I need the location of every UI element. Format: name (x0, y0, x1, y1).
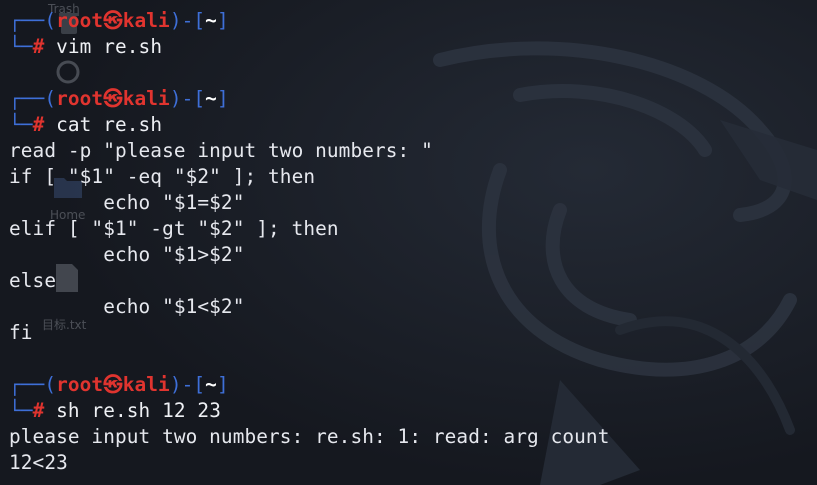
command-line: └─# vim re.sh (9, 34, 817, 60)
prompt-at-symbol: ㉿ (103, 373, 123, 396)
output-line: echo "$1<$2" (9, 295, 245, 318)
prompt-host: kali (122, 373, 170, 396)
command-line: └─# sh re.sh 12 23 (9, 398, 817, 424)
prompt-hash: # (32, 399, 45, 422)
prompt-path: ~ (205, 373, 217, 396)
prompt-bracket-open: ┌──( (9, 87, 57, 110)
prompt-separator: )-[ (169, 373, 206, 396)
output-line: echo "$1>$2" (9, 243, 245, 266)
prompt-header: ┌──(root㉿kali)-[~] (9, 86, 817, 112)
prompt-header: ┌──(root㉿kali)-[~] (9, 8, 817, 34)
prompt-bracket-close: ] (216, 373, 229, 396)
prompt-bracket-open: ┌──( (9, 373, 57, 396)
prompt-bracket-close: ] (216, 9, 229, 32)
output-line: echo "$1=$2" (9, 191, 245, 214)
prompt-host: kali (122, 9, 170, 32)
prompt-corner: └─ (9, 35, 33, 58)
prompt-user: root (56, 87, 104, 110)
prompt-user: root (56, 9, 104, 32)
output-line: please input two numbers: re.sh: 1: read… (9, 425, 610, 448)
prompt-at-symbol: ㉿ (103, 87, 123, 110)
terminal-output[interactable]: ┌──(root㉿kali)-[~] └─# vim re.sh ┌──(roo… (9, 8, 817, 485)
prompt-corner: └─ (9, 399, 33, 422)
prompt-header: ┌──(root㉿kali)-[~] (9, 372, 817, 398)
command-text: vim re.sh (56, 35, 163, 58)
prompt-at-symbol: ㉿ (103, 9, 123, 32)
output-line: read -p "please input two numbers: " (9, 139, 433, 162)
prompt-hash: # (32, 113, 45, 136)
command-line: └─# cat re.sh (9, 112, 817, 138)
prompt-path: ~ (205, 9, 217, 32)
prompt-host: kali (122, 87, 170, 110)
prompt-user: root (56, 373, 104, 396)
prompt-corner: └─ (9, 113, 33, 136)
prompt-separator: )-[ (169, 87, 206, 110)
output-line: if [ "$1" -eq "$2" ]; then (9, 165, 316, 188)
prompt-bracket-close: ] (216, 87, 229, 110)
command-text: cat re.sh (56, 113, 163, 136)
prompt-hash: # (32, 35, 45, 58)
prompt-bracket-open: ┌──( (9, 9, 57, 32)
output-line: fi (9, 321, 33, 344)
output-line: elif [ "$1" -gt "$2" ]; then (9, 217, 339, 240)
output-line: 12<23 (9, 451, 68, 474)
command-text: sh re.sh 12 23 (56, 399, 221, 422)
prompt-path: ~ (205, 87, 217, 110)
output-line: else (9, 269, 57, 292)
prompt-separator: )-[ (169, 9, 206, 32)
